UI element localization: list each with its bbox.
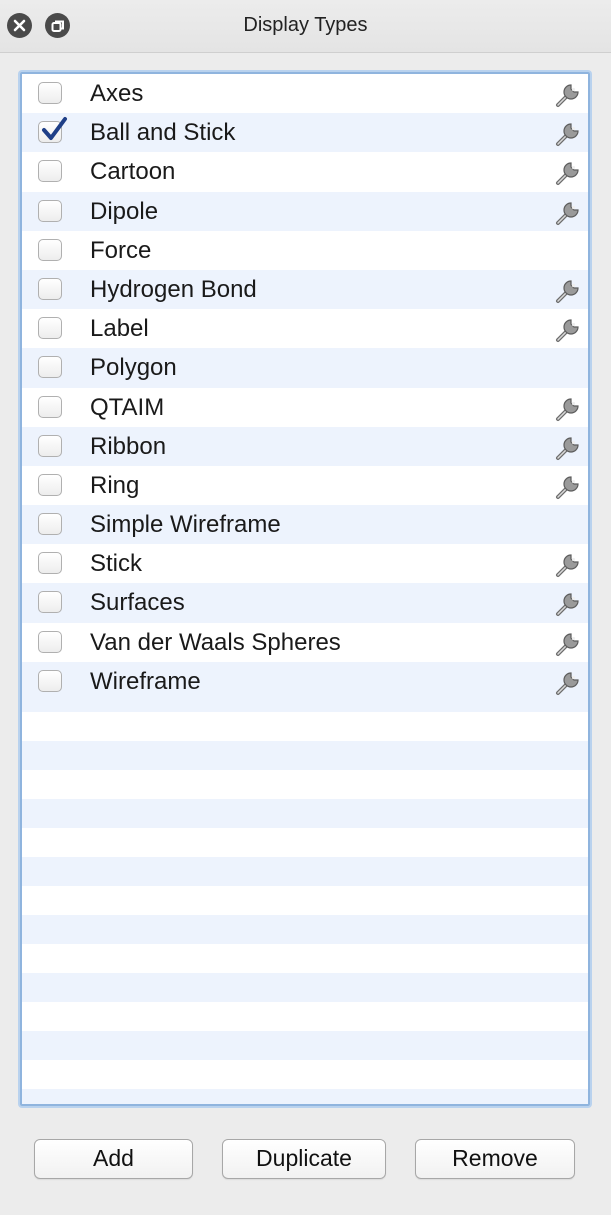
- list-item-label: Cartoon: [90, 158, 176, 186]
- list-item[interactable]: Ring: [22, 465, 588, 506]
- list-item-label: Surfaces: [90, 589, 185, 617]
- display-types-list[interactable]: Axes Ball and Stick Cartoon Dipole Force Hydr…: [20, 72, 590, 1106]
- wrench-icon[interactable]: [552, 391, 586, 425]
- list-item[interactable]: Hydrogen Bond: [22, 269, 588, 310]
- list-item[interactable]: Polygon: [22, 348, 588, 388]
- checkbox[interactable]: [38, 199, 62, 222]
- list-item[interactable]: Ribbon: [22, 426, 588, 466]
- list-item-label: Wireframe: [90, 667, 201, 695]
- duplicate-button[interactable]: Duplicate: [222, 1139, 386, 1179]
- remove-button[interactable]: Remove: [415, 1139, 575, 1179]
- list-item-label: Label: [90, 315, 149, 343]
- list-item[interactable]: Surfaces: [22, 583, 588, 623]
- window-title: Display Types: [243, 14, 368, 36]
- list-item-label: Simple Wireframe: [90, 511, 281, 539]
- list-item[interactable]: Wireframe: [22, 661, 588, 701]
- wrench-icon[interactable]: [552, 195, 586, 229]
- list-item-label: Van der Waals Spheres: [90, 628, 341, 656]
- checkbox[interactable]: [38, 395, 62, 418]
- checkbox[interactable]: [38, 513, 62, 536]
- wrench-icon[interactable]: [552, 155, 586, 189]
- list-item-label: Force: [90, 236, 152, 264]
- wrench-icon[interactable]: [552, 586, 586, 620]
- add-button[interactable]: Add: [34, 1139, 193, 1179]
- checkbox[interactable]: [38, 630, 62, 653]
- list-item-label: QTAIM: [90, 393, 165, 421]
- list-item[interactable]: QTAIM: [22, 387, 588, 427]
- list-item-label: Polygon: [90, 354, 177, 382]
- list-item[interactable]: Simple Wireframe: [22, 505, 588, 545]
- list-item[interactable]: Label: [22, 309, 588, 349]
- list-item-label: Axes: [90, 80, 144, 107]
- list-item[interactable]: Axes: [22, 74, 588, 114]
- checkbox[interactable]: [38, 591, 62, 614]
- checkbox[interactable]: [38, 277, 62, 300]
- checkbox[interactable]: [38, 317, 62, 340]
- list-item-label: Hydrogen Bond: [90, 275, 257, 303]
- wrench-icon[interactable]: [552, 469, 586, 503]
- list-item[interactable]: Stick: [22, 544, 588, 584]
- checkbox[interactable]: [38, 434, 62, 457]
- list-item[interactable]: Ball and Stick: [22, 113, 588, 153]
- wrench-icon[interactable]: [552, 547, 586, 581]
- checkbox[interactable]: [38, 552, 62, 575]
- list-item[interactable]: Van der Waals Spheres: [22, 622, 588, 662]
- list-item-label: Ring: [90, 471, 140, 499]
- list-item-label: Ball and Stick: [90, 119, 236, 147]
- list-item-label: Ribbon: [90, 432, 167, 460]
- checkbox[interactable]: [38, 82, 62, 104]
- wrench-icon[interactable]: [552, 665, 586, 699]
- list-item[interactable]: Dipole: [22, 191, 588, 231]
- list-item[interactable]: Cartoon: [22, 152, 588, 192]
- wrench-icon[interactable]: [552, 312, 586, 346]
- list-item[interactable]: Force: [22, 230, 588, 270]
- wrench-icon[interactable]: [552, 430, 586, 464]
- list-item-label: Dipole: [90, 197, 159, 225]
- list-item-label: Stick: [90, 550, 143, 578]
- checkbox[interactable]: [38, 117, 67, 144]
- wrench-icon[interactable]: [552, 116, 586, 150]
- checkmark-icon: [40, 116, 68, 149]
- checkbox[interactable]: [38, 356, 62, 379]
- wrench-icon[interactable]: [552, 273, 586, 307]
- checkbox[interactable]: [38, 238, 62, 261]
- checkbox[interactable]: [38, 669, 62, 692]
- checkbox[interactable]: [38, 160, 62, 183]
- title-bar: Display Types: [0, 0, 611, 53]
- wrench-icon[interactable]: [552, 626, 586, 660]
- checkbox[interactable]: [38, 473, 62, 496]
- wrench-icon[interactable]: [552, 77, 586, 111]
